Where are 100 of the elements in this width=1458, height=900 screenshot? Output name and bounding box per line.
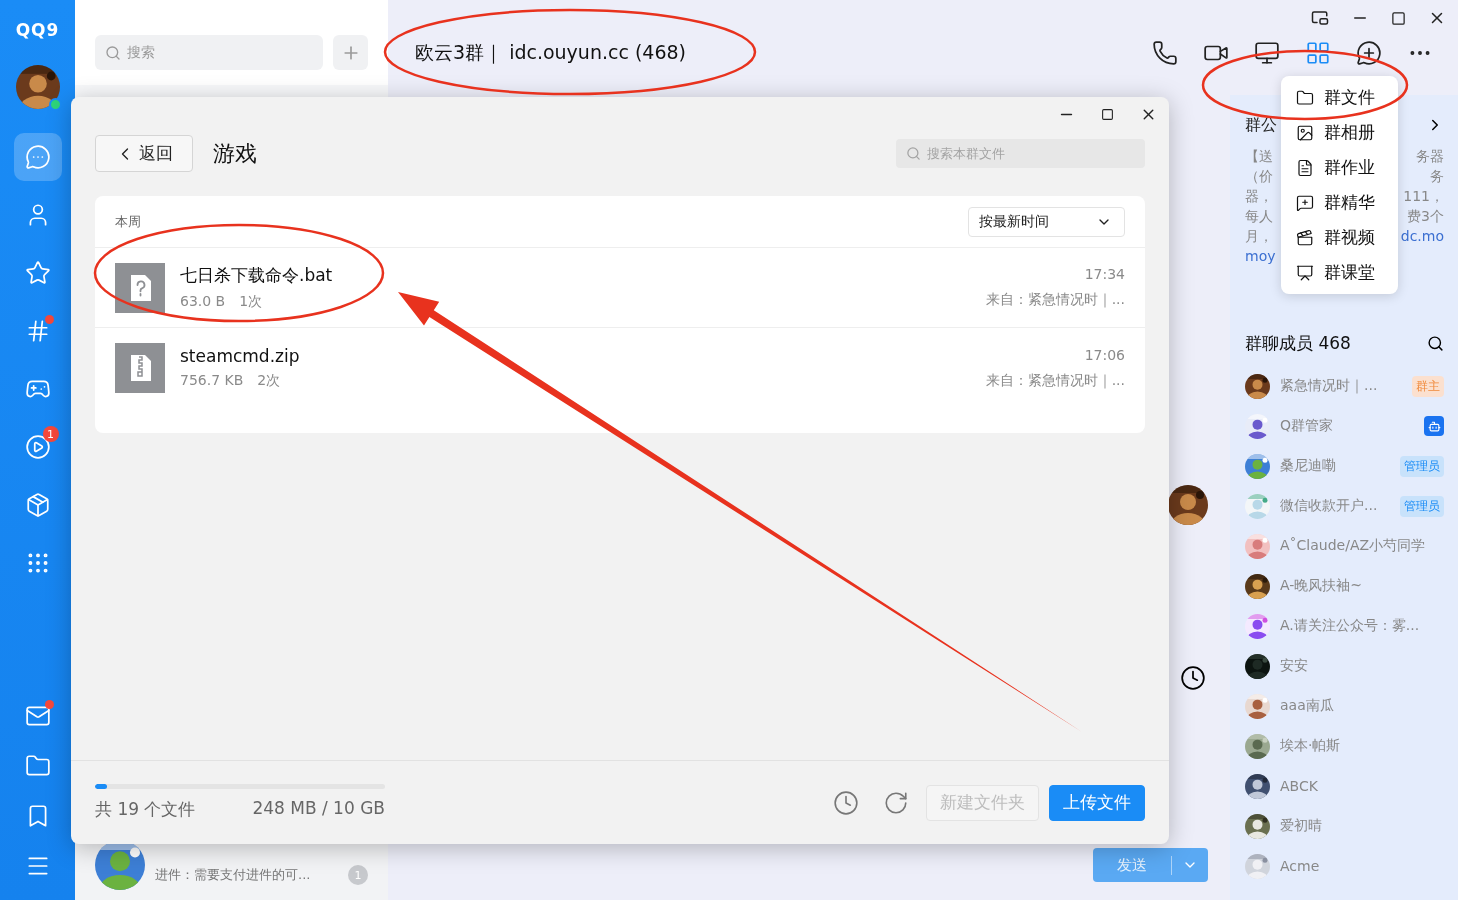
member-item[interactable]: 爱初晴	[1245, 806, 1444, 846]
sort-dropdown[interactable]: 按最新时间	[968, 206, 1125, 237]
menu-item[interactable]: 群视频	[1281, 220, 1398, 255]
app-logo: QQ9	[15, 20, 60, 42]
member-name: 紧急情况时｜...	[1280, 377, 1379, 395]
chat-icon	[24, 144, 51, 170]
clock-icon[interactable]	[1180, 665, 1206, 691]
menu-item[interactable]: 群作业	[1281, 150, 1398, 185]
section-label: 本周	[115, 212, 141, 231]
upload-button[interactable]: 上传文件	[1049, 784, 1145, 821]
menu-item-label: 群课堂	[1324, 261, 1375, 284]
menu-item[interactable]: 群精华	[1281, 185, 1398, 220]
chat-plus-icon[interactable]	[1355, 39, 1382, 67]
presentation-icon	[1296, 263, 1314, 282]
upload-time: 17:34	[1084, 266, 1125, 282]
search-icon	[906, 146, 921, 161]
menu-item-label: 群相册	[1324, 121, 1375, 144]
member-item[interactable]: 桑尼迪嘞 管理员	[1245, 446, 1444, 486]
menu-item-label: 群精华	[1324, 191, 1375, 214]
nav-item[interactable]	[13, 133, 62, 181]
member-name: Q群管家	[1280, 417, 1335, 435]
member-name: A-晚风扶袖~	[1280, 577, 1364, 595]
member-item[interactable]: A.请关注公众号：雾...	[1245, 606, 1444, 646]
menu-item[interactable]: 群相册	[1281, 115, 1398, 150]
search-placeholder: 搜索	[127, 43, 155, 62]
package-icon	[24, 492, 51, 518]
monitor-icon[interactable]	[1253, 39, 1280, 67]
grid-icon[interactable]	[1304, 39, 1331, 67]
pin-window-icon[interactable]	[1311, 9, 1329, 27]
member-item[interactable]: ABCK	[1245, 766, 1444, 806]
clapperboard-icon	[1296, 228, 1314, 247]
menu-item-label: 群作业	[1324, 156, 1375, 179]
maximize-icon[interactable]	[1391, 10, 1406, 26]
star-icon	[24, 260, 51, 286]
image-icon	[1296, 123, 1314, 142]
role-tag: 管理员	[1400, 495, 1444, 517]
member-name: 埃本·帕斯	[1280, 737, 1342, 755]
refresh-icon[interactable]	[883, 789, 909, 816]
document-icon	[1296, 158, 1314, 177]
announcement-text: 务	[1430, 168, 1444, 186]
member-name: ABCK	[1280, 778, 1319, 794]
search-icon	[105, 44, 121, 61]
back-button[interactable]: 返回	[95, 135, 193, 172]
member-item[interactable]: 埃本·帕斯	[1245, 726, 1444, 766]
search-field[interactable]: 搜索	[95, 35, 323, 70]
file-size: 756.7 KB	[180, 372, 244, 390]
member-name: A˚Claude/AZ小芍同学	[1280, 537, 1427, 555]
member-item[interactable]: aaa南瓜	[1245, 686, 1444, 726]
folder-icon	[24, 753, 51, 779]
member-name: 安安	[1280, 657, 1309, 675]
message-plus-icon	[1296, 193, 1314, 212]
search-icon[interactable]	[1427, 334, 1444, 352]
announcement-text: 费3个	[1407, 208, 1444, 226]
storage-usage: 248 MB / 10 GB	[252, 798, 385, 820]
message-preview: 进件：需要支付进件的可...	[155, 866, 312, 884]
member-item[interactable]: A-晚风扶袖~	[1245, 566, 1444, 606]
member-name: Acme	[1280, 858, 1321, 874]
nav-item[interactable]: 1	[13, 423, 62, 471]
announcement-title: 群公	[1245, 114, 1277, 136]
member-item[interactable]: A˚Claude/AZ小芍同学	[1245, 526, 1444, 566]
announcement-text: 器，	[1245, 188, 1273, 206]
member-item[interactable]: 紧急情况时｜... 群主	[1245, 366, 1444, 406]
chat-title: 欧云3群｜ idc.ouyun.cc (468)	[415, 40, 686, 66]
search-placeholder: 搜索本群文件	[927, 144, 1005, 163]
file-count: 共 19 个文件	[95, 798, 196, 821]
menu-item-label: 群文件	[1324, 86, 1375, 109]
announcement-text: 每人	[1245, 208, 1273, 226]
unread-count: 1	[348, 865, 368, 885]
announcement-text: 月，	[1245, 228, 1273, 246]
member-item[interactable]: Acme	[1245, 846, 1444, 886]
announcement-text[interactable]: dc.mo	[1400, 228, 1444, 248]
folder-title: 游戏	[213, 139, 257, 168]
role-tag: 管理员	[1400, 455, 1444, 477]
zip-file-icon	[115, 343, 165, 393]
member-item[interactable]: 微信收款开户... 管理员	[1245, 486, 1444, 526]
member-name: aaa南瓜	[1280, 697, 1335, 715]
member-item[interactable]: Q群管家	[1245, 406, 1444, 446]
file-name: steamcmd.zip	[180, 346, 301, 366]
member-item[interactable]: 安安	[1245, 646, 1444, 686]
download-count: 2次	[257, 372, 281, 390]
menu-item-label: 群视频	[1324, 226, 1375, 249]
folder-icon	[1296, 88, 1314, 107]
menu-item[interactable]: 群课堂	[1281, 255, 1398, 290]
upload-time: 17:06	[1084, 346, 1125, 363]
member-name: 爱初晴	[1280, 817, 1323, 835]
mail-icon	[24, 703, 51, 729]
menu-item[interactable]: 群文件	[1281, 80, 1398, 115]
announcement-text[interactable]: moy	[1245, 248, 1276, 268]
file-source: 来自：紧急情况时｜...	[985, 371, 1125, 390]
member-name: A.请关注公众号：雾...	[1280, 617, 1421, 635]
announcement-text: 务器	[1416, 148, 1444, 166]
search-field[interactable]: 搜索本群文件	[896, 139, 1145, 168]
file-row[interactable]: steamcmd.zip 756.7 KB 2次 17:06 来自：紧急情况时｜...	[95, 328, 1145, 408]
announcement-text: 111，	[1403, 188, 1444, 206]
file-size: 63.0 B	[180, 293, 226, 311]
member-name: 桑尼迪嘞	[1280, 457, 1337, 475]
maximize-icon[interactable]	[1101, 108, 1114, 121]
role-tag: 群主	[1412, 375, 1444, 397]
phone-icon[interactable]	[1151, 39, 1178, 67]
announcement-text: 【送	[1245, 148, 1273, 166]
